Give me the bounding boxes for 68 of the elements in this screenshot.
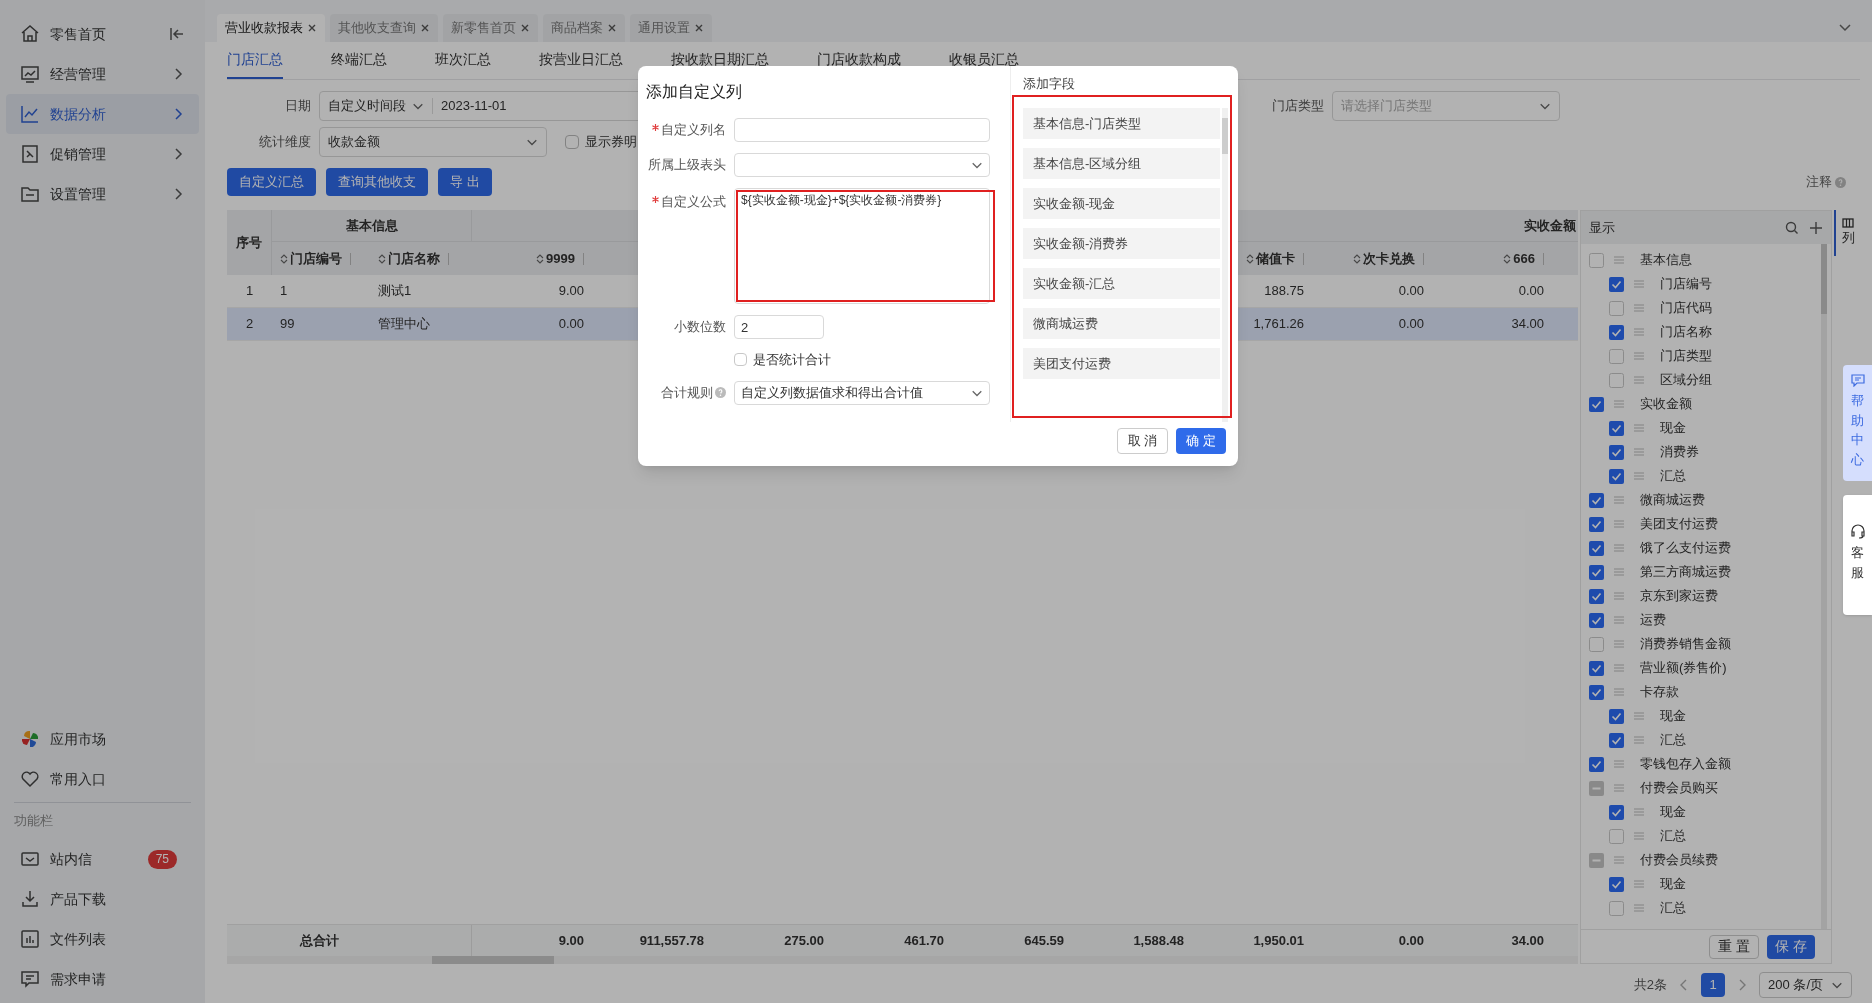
column-option: 京东到家运费: [1640, 586, 1718, 606]
panel-title: 添加字段: [1023, 75, 1076, 93]
column-option: 汇总: [1660, 730, 1686, 750]
table-cell-text: 测试1: [377, 282, 413, 301]
table-cell-text: 1: [279, 282, 289, 301]
table-cell-text: 0.00: [1397, 315, 1425, 334]
table-cell-text: 2: [244, 315, 255, 334]
field-label: 统计维度: [258, 133, 311, 152]
field-label: 门店类型: [1272, 97, 1324, 116]
table-cell-text: 0.00: [1397, 282, 1425, 301]
column-option: 现金: [1660, 802, 1686, 822]
table-cell-text: 0.00: [1397, 931, 1425, 950]
field-label: 小数位数: [674, 318, 726, 337]
column-option: 微商城运费: [1640, 490, 1705, 510]
table-cell-text: 911,557.78: [638, 931, 705, 950]
column-option: 第三方商城运费: [1640, 562, 1731, 582]
checkbox-label: 是否统计合计: [753, 351, 831, 369]
field-label: 所属上级表头: [648, 156, 726, 175]
column-option: 门店名称: [1660, 322, 1712, 342]
column-option: 卡存款: [1640, 682, 1679, 702]
section-label: 功能栏: [13, 812, 54, 831]
table-cell-text: 1: [244, 282, 255, 301]
table-cell-text: 1,950.01: [1252, 931, 1305, 950]
checkbox-label: 显示券明: [585, 133, 637, 152]
table-cell-text: 461.70: [903, 931, 945, 950]
column-option: 营业额(券售价): [1640, 658, 1727, 678]
total-count: 共2条: [1633, 976, 1668, 995]
field-label: 自定义公式: [661, 193, 726, 211]
table-cell-text: 188.75: [1263, 282, 1305, 301]
table-cell-text: 1,588.48: [1132, 931, 1185, 950]
field-label: 合计规则: [661, 383, 713, 402]
column-option: 零钱包存入金额: [1640, 754, 1731, 774]
column-option: 汇总: [1660, 898, 1686, 918]
table-cell-text: 0.00: [557, 315, 585, 334]
field-label: 日期: [284, 97, 311, 116]
column-option: 区域分组: [1660, 370, 1712, 390]
group-header: 基本信息: [272, 210, 472, 242]
table-cell-text: 275.00: [783, 931, 825, 950]
column-option: 美团支付运费: [1640, 514, 1718, 534]
column-option: 付费会员续费: [1640, 850, 1718, 870]
column-option: 基本信息: [1640, 250, 1692, 270]
column-option: 汇总: [1660, 466, 1686, 486]
column-option: 汇总: [1660, 826, 1686, 846]
field-label: 自定义列名: [661, 121, 726, 140]
column-option: 现金: [1660, 706, 1686, 726]
badge: 75: [147, 849, 177, 869]
column-option: 门店编号: [1660, 274, 1712, 294]
table-cell-text: 99: [279, 315, 296, 334]
table-cell-text: 645.59: [1023, 931, 1065, 950]
column-option: 现金: [1660, 874, 1686, 894]
table-cell-text: 0.00: [1517, 282, 1545, 301]
table-cell-text: 9.00: [557, 931, 585, 950]
table-cell-text: 34.00: [1510, 931, 1545, 950]
table-cell-text: 1,761.26: [1252, 315, 1305, 334]
column-option: 饿了么支付运费: [1640, 538, 1731, 558]
table-cell-text: 9.00: [557, 282, 585, 301]
column-option: 消费券: [1660, 442, 1699, 462]
column-option: 门店类型: [1660, 346, 1712, 366]
column-option: 运费: [1640, 610, 1666, 630]
column-option: 消费券销售金额: [1640, 634, 1731, 654]
table-cell-text: 管理中心: [377, 315, 431, 334]
panel-title: 显示: [1589, 218, 1616, 237]
note-label: 注释: [1806, 173, 1832, 192]
table-cell-text: 34.00: [1510, 315, 1545, 334]
column-option: 门店代码: [1660, 298, 1712, 318]
column-option: 现金: [1660, 418, 1686, 438]
column-option: 付费会员购买: [1640, 778, 1718, 798]
column-option: 实收金额: [1640, 394, 1692, 414]
